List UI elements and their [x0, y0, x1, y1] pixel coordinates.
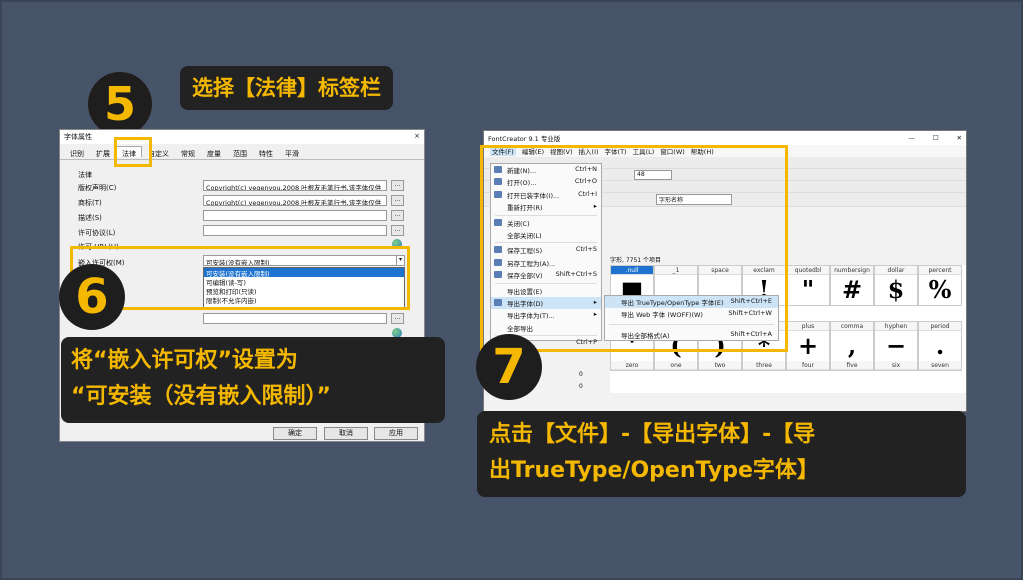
tab-smoothing[interactable]: 平滑 [279, 146, 305, 158]
apply-button[interactable]: 应用 [374, 427, 418, 440]
license-more-button[interactable]: ... [391, 225, 404, 236]
tab-ranges[interactable]: 范围 [227, 146, 253, 158]
copyright-more-button[interactable]: ... [391, 180, 404, 191]
step-7-line-2: 出TrueType/OpenType字体】 [489, 458, 819, 483]
glyph-name: plus [787, 322, 829, 331]
glyph-name: four [787, 361, 829, 370]
license-label: 许可协议(L) [78, 229, 116, 237]
step-6-badge: 6 [59, 264, 125, 330]
step-5-banner: 选择【法律】标签栏 [180, 66, 393, 110]
glyph-name: comma [831, 322, 873, 331]
step-7-line-1: 点击【文件】-【导出字体】-【导 [489, 422, 816, 447]
dialog-title: 字体属性 [64, 133, 92, 141]
glyph-name: two [699, 361, 741, 370]
copyright-label: 版权声明(C) [78, 184, 117, 192]
license-input[interactable] [203, 225, 387, 236]
description-label: 描述(S) [78, 214, 102, 222]
left-num: 0 [579, 371, 583, 378]
trademark-label: 商标(T) [78, 199, 102, 207]
description-more-button[interactable]: ... [391, 210, 404, 221]
left-num: 0 [579, 383, 583, 390]
glyph-name: numbersign [831, 266, 873, 275]
glyph-cell[interactable]: $ [875, 275, 917, 305]
glyph-name: hyphen [875, 322, 917, 331]
section-label: 法律 [78, 171, 92, 179]
fc-window-title: FontCreator 9.1 专业版 [488, 135, 561, 143]
highlight-legal-tab [114, 137, 152, 167]
maximize-icon[interactable]: ☐ [933, 134, 939, 142]
tab-extend[interactable]: 扩展 [90, 146, 116, 158]
tab-general[interactable]: 常规 [175, 146, 201, 158]
glyph-name: seven [919, 361, 961, 370]
glyph-cell[interactable]: − [875, 331, 917, 361]
glyph-cell[interactable]: . [919, 331, 961, 361]
cancel-button[interactable]: 取消 [324, 427, 368, 440]
extra-input[interactable] [203, 313, 387, 324]
glyph-name: six [875, 361, 917, 370]
glyph-name: quotedbl [787, 266, 829, 275]
description-input[interactable] [203, 210, 387, 221]
ok-button[interactable]: 确定 [273, 427, 317, 440]
tab-features[interactable]: 特性 [253, 146, 279, 158]
minimize-icon[interactable]: — [908, 134, 915, 142]
glyph-cell[interactable]: " [787, 275, 829, 305]
step-6-line-1: 将“嵌入许可权”设置为 [71, 348, 298, 373]
close-icon[interactable]: ✕ [957, 134, 962, 142]
glyph-name: three [743, 361, 785, 370]
glyph-cell[interactable]: # [831, 275, 873, 305]
copyright-input[interactable]: Copyright(c) yegenyou.2008 叶根友毛笔行书,该字体仅供 [203, 180, 387, 191]
step-7-badge: 7 [476, 334, 542, 400]
glyph-name: zero [611, 361, 653, 370]
trademark-input[interactable]: Copyright(c) yegenyou.2008 叶根友毛笔行书,该字体仅供 [203, 195, 387, 206]
tab-identify[interactable]: 识别 [64, 146, 90, 158]
glyph-name: one [655, 361, 697, 370]
step-6-line-2: “可安装（没有嵌入限制）” [71, 384, 331, 409]
highlight-file-menu [480, 145, 788, 352]
close-icon[interactable]: × [414, 132, 420, 142]
glyph-name: dollar [875, 266, 917, 275]
trademark-more-button[interactable]: ... [391, 195, 404, 206]
glyph-name: period [919, 322, 961, 331]
glyph-name: percent [919, 266, 961, 275]
glyph-name: five [831, 361, 873, 370]
glyph-cell[interactable]: , [831, 331, 873, 361]
tab-metrics[interactable]: 度量 [201, 146, 227, 158]
glyph-cell[interactable]: + [787, 331, 829, 361]
step-5-badge: 5 [88, 72, 152, 136]
step-7-banner: 点击【文件】-【导出字体】-【导 出TrueType/OpenType字体】 [477, 411, 966, 497]
glyph-cell[interactable]: % [919, 275, 961, 305]
extra-more-button[interactable]: ... [391, 313, 404, 324]
step-6-banner: 将“嵌入许可权”设置为 “可安装（没有嵌入限制）” [61, 337, 445, 423]
